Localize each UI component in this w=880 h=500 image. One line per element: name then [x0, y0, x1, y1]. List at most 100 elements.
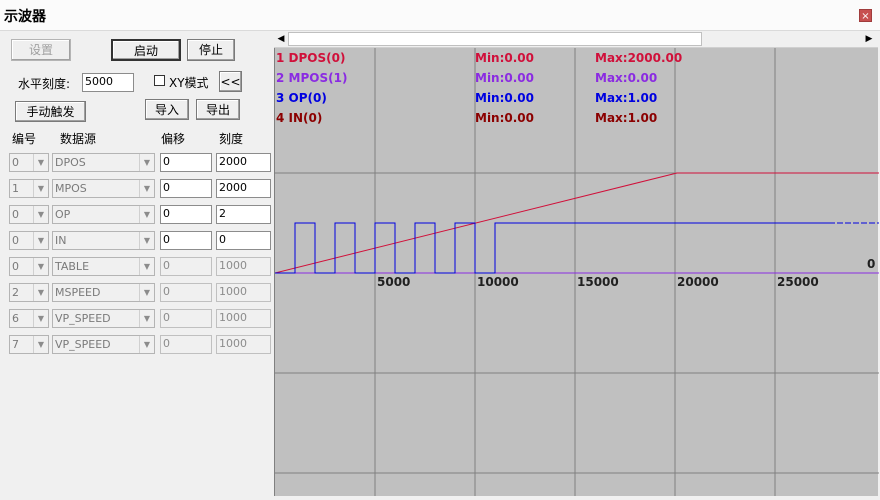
close-icon[interactable]: ×	[859, 9, 872, 22]
channel-index-select[interactable]: 0 ▼	[9, 153, 49, 172]
channel-offset-input[interactable]: 0	[160, 153, 212, 172]
chevron-down-icon: ▼	[33, 258, 48, 275]
scroll-right-icon[interactable]: ▶	[862, 32, 876, 46]
channel-offset-input[interactable]: 0	[160, 309, 212, 328]
channel-source-value: VP_SPEED	[55, 312, 111, 325]
scroll-thumb[interactable]	[288, 32, 702, 46]
channel-index-select[interactable]: 2 ▼	[9, 283, 49, 302]
channel-max: Max:0.00	[595, 71, 657, 85]
manual-trigger-button[interactable]: 手动触发	[15, 101, 86, 122]
channel-index-select[interactable]: 0 ▼	[9, 257, 49, 276]
export-button[interactable]: 导出	[196, 99, 240, 120]
channel-index-select[interactable]: 0 ▼	[9, 205, 49, 224]
x-tick-label: 25000	[777, 275, 819, 289]
channel-index-value: 7	[12, 338, 19, 351]
channel-label: 3 OP(0)	[276, 91, 327, 105]
channel-offset-input[interactable]: 0	[160, 335, 212, 354]
chevron-down-icon: ▼	[139, 154, 154, 171]
channel-offset-input[interactable]: 0	[160, 283, 212, 302]
channel-source-select[interactable]: OP ▼	[52, 205, 155, 224]
header-offset: 偏移	[161, 132, 186, 146]
channel-source-select[interactable]: DPOS ▼	[52, 153, 155, 172]
channel-index-select[interactable]: 7 ▼	[9, 335, 49, 354]
header-scale: 刻度	[219, 132, 244, 146]
hscale-label: 水平刻度:	[18, 77, 71, 91]
channel-scale-input[interactable]: 0	[216, 231, 271, 250]
chevron-down-icon: ▼	[33, 310, 48, 327]
stop-button[interactable]: 停止	[187, 39, 235, 61]
channel-scale-input[interactable]: 2	[216, 205, 271, 224]
channel-index-value: 1	[12, 182, 19, 195]
channel-source-value: MSPEED	[55, 286, 101, 299]
chevron-down-icon: ▼	[139, 206, 154, 223]
channel-max: Max:1.00	[595, 111, 657, 125]
channel-min: Min:0.00	[475, 51, 534, 65]
channel-source-select[interactable]: VP_SPEED ▼	[52, 335, 155, 354]
import-button[interactable]: 导入	[145, 99, 189, 120]
start-button[interactable]: 启动	[111, 39, 181, 61]
channel-index-value: 0	[12, 234, 19, 247]
header-source: 数据源	[60, 132, 97, 146]
channel-label: 2 MPOS(1)	[276, 71, 347, 85]
channel-scale-input[interactable]: 1000	[216, 283, 271, 302]
xy-mode-checkbox[interactable]	[154, 75, 165, 86]
chevron-down-icon: ▼	[139, 258, 154, 275]
op-trace	[275, 222, 835, 274]
channel-source-select[interactable]: TABLE ▼	[52, 257, 155, 276]
x-tick-label: 10000	[477, 275, 519, 289]
channel-min: Min:0.00	[475, 71, 534, 85]
channel-source-select[interactable]: MPOS ▼	[52, 179, 155, 198]
x-tick-label: 15000	[577, 275, 619, 289]
chevron-down-icon: ▼	[139, 310, 154, 327]
channel-source-select[interactable]: MSPEED ▼	[52, 283, 155, 302]
right-axis-label: 0	[867, 257, 875, 271]
title-bar: 示波器 ×	[0, 0, 880, 31]
channel-index-select[interactable]: 6 ▼	[9, 309, 49, 328]
channel-max: Max:2000.00	[595, 51, 682, 65]
chevron-down-icon: ▼	[33, 336, 48, 353]
channel-index-value: 0	[12, 208, 19, 221]
chevron-down-icon: ▼	[139, 336, 154, 353]
x-tick-label: 5000	[377, 275, 410, 289]
channel-index-value: 0	[12, 156, 19, 169]
channel-label: 4 IN(0)	[276, 111, 322, 125]
channel-offset-input[interactable]: 0	[160, 179, 212, 198]
window-title: 示波器	[4, 9, 46, 25]
scope-display: 1 DPOS(0) Min:0.00 Max:2000.00 2 MPOS(1) Min…	[274, 48, 879, 496]
channel-scale-input[interactable]: 1000	[216, 257, 271, 276]
channel-offset-input[interactable]: 0	[160, 257, 212, 276]
channel-scale-input[interactable]: 2000	[216, 153, 271, 172]
channel-offset-input[interactable]: 0	[160, 231, 212, 250]
header-index: 编号	[12, 132, 37, 146]
channel-index-select[interactable]: 0 ▼	[9, 231, 49, 250]
channel-index-value: 0	[12, 260, 19, 273]
channel-source-select[interactable]: IN ▼	[52, 231, 155, 250]
channel-index-value: 2	[12, 286, 19, 299]
channel-index-select[interactable]: 1 ▼	[9, 179, 49, 198]
scroll-left-icon[interactable]: ◀	[274, 32, 288, 46]
chevron-down-icon: ▼	[33, 284, 48, 301]
channel-source-value: IN	[55, 234, 67, 247]
settings-button[interactable]: 设置	[11, 39, 71, 61]
channel-offset-input[interactable]: 0	[160, 205, 212, 224]
channel-source-value: TABLE	[55, 260, 90, 273]
channel-scale-input[interactable]: 1000	[216, 335, 271, 354]
channel-source-select[interactable]: VP_SPEED ▼	[52, 309, 155, 328]
channel-min: Min:0.00	[475, 91, 534, 105]
channel-source-value: DPOS	[55, 156, 86, 169]
channel-scale-input[interactable]: 2000	[216, 179, 271, 198]
channel-scale-input[interactable]: 1000	[216, 309, 271, 328]
channel-label: 1 DPOS(0)	[276, 51, 345, 65]
scope-bottom-border	[274, 496, 878, 500]
channel-max: Max:1.00	[595, 91, 657, 105]
chevron-down-icon: ▼	[139, 180, 154, 197]
chevron-down-icon: ▼	[139, 232, 154, 249]
hscale-input[interactable]: 5000	[82, 73, 134, 92]
xy-mode-label: XY模式	[169, 76, 209, 90]
control-panel: 设置 启动 停止 水平刻度: 5000 XY模式 << 手动触发 导入 导出 编…	[0, 31, 274, 500]
scope-scrollbar[interactable]: ◀ ▶	[274, 31, 878, 48]
collapse-button[interactable]: <<	[219, 71, 242, 92]
scope-plot: 1 DPOS(0) Min:0.00 Max:2000.00 2 MPOS(1) Min…	[275, 48, 879, 496]
channel-index-value: 6	[12, 312, 19, 325]
channel-source-value: VP_SPEED	[55, 338, 111, 351]
